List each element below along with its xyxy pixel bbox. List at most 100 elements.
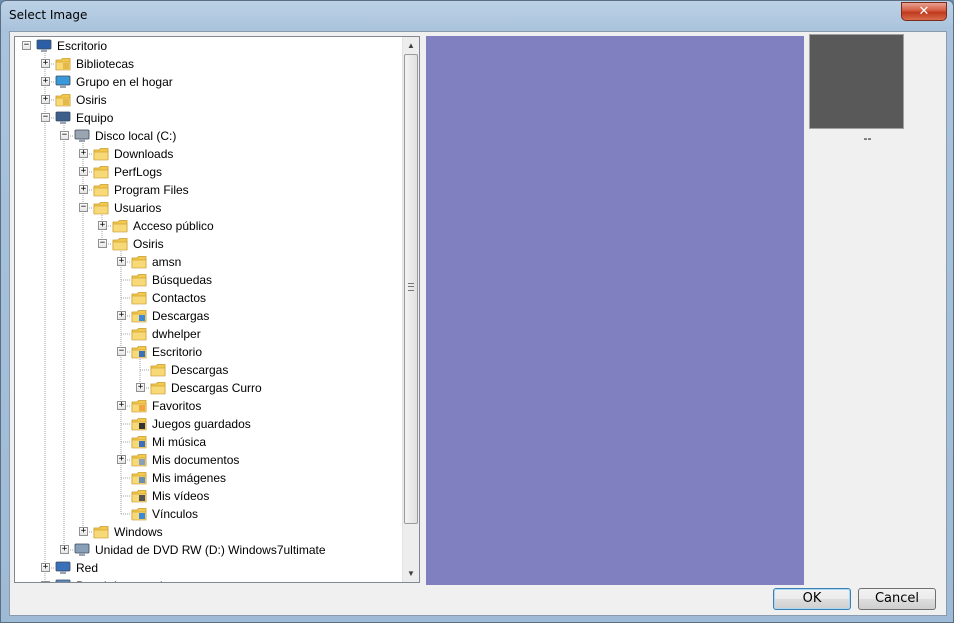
desktop-folder-icon — [131, 345, 147, 359]
expand-icon[interactable]: + — [41, 59, 50, 68]
tree-item[interactable]: + Downloads — [15, 145, 403, 163]
expand-icon[interactable]: + — [98, 221, 107, 230]
tree-item-label: Mi música — [152, 435, 207, 449]
expand-icon[interactable]: + — [41, 77, 50, 86]
collapse-icon[interactable]: − — [60, 131, 69, 140]
pictures-folder-icon — [131, 471, 147, 485]
tree-item[interactable]: + Acceso público — [15, 217, 403, 235]
downloads-folder-icon — [131, 309, 147, 323]
tree-item[interactable]: + PerfLogs — [15, 163, 403, 181]
tree-item[interactable]: + Bibliotecas — [15, 55, 403, 73]
control-panel-icon — [55, 579, 71, 582]
title-bar[interactable]: Select Image ✕ — [1, 1, 953, 31]
chevron-up-icon: ▲ — [407, 41, 415, 50]
scroll-up-button[interactable]: ▲ — [403, 37, 419, 54]
tree-item[interactable]: Vínculos — [15, 505, 403, 523]
tree-item[interactable]: Búsquedas — [15, 271, 403, 289]
tree-item-label: Program Files — [114, 183, 189, 197]
collapse-icon[interactable]: − — [41, 113, 50, 122]
image-thumbnail[interactable] — [809, 34, 904, 129]
tree-item[interactable]: − Disco local (C:) — [15, 127, 403, 145]
tree-item-label: Windows — [114, 525, 163, 539]
tree-item-label: Mis vídeos — [152, 489, 210, 503]
chevron-down-icon: ▼ — [407, 569, 415, 578]
folder-icon — [93, 525, 109, 539]
expand-icon[interactable]: + — [79, 149, 88, 158]
ok-button[interactable]: OK — [773, 588, 851, 610]
expand-icon[interactable]: + — [136, 383, 145, 392]
tree-item-label: Disco local (C:) — [95, 129, 177, 143]
expand-icon[interactable]: + — [117, 311, 126, 320]
expand-icon[interactable]: + — [117, 455, 126, 464]
scroll-thumb[interactable] — [404, 54, 418, 524]
image-preview — [426, 36, 804, 585]
tree-item-label: amsn — [152, 255, 182, 269]
tree-item[interactable]: + amsn — [15, 253, 403, 271]
tree-item[interactable]: + Panel de control — [15, 577, 403, 582]
tree-item[interactable]: Contactos — [15, 289, 403, 307]
expand-icon[interactable]: + — [79, 527, 88, 536]
tree-item[interactable]: + Descargas — [15, 307, 403, 325]
tree-item[interactable]: − Escritorio — [15, 343, 403, 361]
expand-icon[interactable]: + — [79, 185, 88, 194]
tree-item-label: Downloads — [114, 147, 174, 161]
collapse-icon[interactable]: − — [117, 347, 126, 356]
tree-item[interactable]: Mi música — [15, 433, 403, 451]
scroll-down-button[interactable]: ▼ — [403, 565, 419, 582]
dvd-drive-icon — [74, 543, 90, 557]
folder-icon — [112, 219, 128, 233]
tree-item[interactable]: + Favoritos — [15, 397, 403, 415]
tree-scrollbar[interactable]: ▲ ▼ — [402, 37, 419, 582]
expand-icon[interactable]: + — [41, 581, 50, 582]
tree-item[interactable]: + Osiris — [15, 91, 403, 109]
tree-item[interactable]: Juegos guardados — [15, 415, 403, 433]
tree-item[interactable]: Mis imágenes — [15, 469, 403, 487]
tree-item-label: Vínculos — [152, 507, 199, 521]
tree-item[interactable]: − Usuarios — [15, 199, 403, 217]
music-folder-icon — [131, 435, 147, 449]
folder-icon — [112, 237, 128, 251]
tree-item-label: Grupo en el hogar — [76, 75, 173, 89]
tree-item[interactable]: + Windows — [15, 523, 403, 541]
tree-item[interactable]: Mis vídeos — [15, 487, 403, 505]
tree-item-label: Descargas — [152, 309, 210, 323]
expand-icon[interactable]: + — [41, 563, 50, 572]
tree-item-label: Favoritos — [152, 399, 202, 413]
expand-icon[interactable]: + — [117, 401, 126, 410]
tree-item[interactable]: + Grupo en el hogar — [15, 73, 403, 91]
expand-icon[interactable]: + — [79, 167, 88, 176]
expand-icon[interactable]: + — [41, 95, 50, 104]
tree-item-label: Búsquedas — [152, 273, 213, 287]
cancel-button[interactable]: Cancel — [858, 588, 936, 610]
tree-item[interactable]: + Mis documentos — [15, 451, 403, 469]
tree-item[interactable]: + Program Files — [15, 181, 403, 199]
folder-icon — [131, 327, 147, 341]
tree-item[interactable]: + Red — [15, 559, 403, 577]
tree-item-label: Contactos — [152, 291, 207, 305]
tree-item[interactable]: − Escritorio — [15, 37, 403, 55]
folder-icon — [93, 165, 109, 179]
tree-item[interactable]: − Equipo — [15, 109, 403, 127]
folder-icon — [93, 201, 109, 215]
tree-item[interactable]: − Osiris — [15, 235, 403, 253]
collapse-icon[interactable]: − — [79, 203, 88, 212]
favorites-folder-icon — [131, 399, 147, 413]
grip-icon — [408, 283, 414, 291]
tree-item[interactable]: dwhelper — [15, 325, 403, 343]
expand-icon[interactable]: + — [117, 257, 126, 266]
collapse-icon[interactable]: − — [22, 41, 31, 50]
close-button[interactable]: ✕ — [901, 2, 947, 21]
tree-item[interactable]: Descargas — [15, 361, 403, 379]
tree-item[interactable]: + Unidad de DVD RW (D:) Windows7ultimate — [15, 541, 403, 559]
folder-icon — [93, 183, 109, 197]
desktop-icon — [36, 39, 52, 53]
collapse-icon[interactable]: − — [98, 239, 107, 248]
homegroup-icon — [55, 75, 71, 89]
folder-icon — [93, 147, 109, 161]
folder-tree[interactable]: − Escritorio + Bibliotecas + Grupo en el hoga… — [14, 36, 420, 583]
tree-item-label: Escritorio — [57, 39, 108, 53]
tree-item-label: Panel de control — [76, 577, 163, 582]
tree-item[interactable]: + Descargas Curro — [15, 379, 403, 397]
folder-icon — [150, 381, 166, 395]
expand-icon[interactable]: + — [60, 545, 69, 554]
